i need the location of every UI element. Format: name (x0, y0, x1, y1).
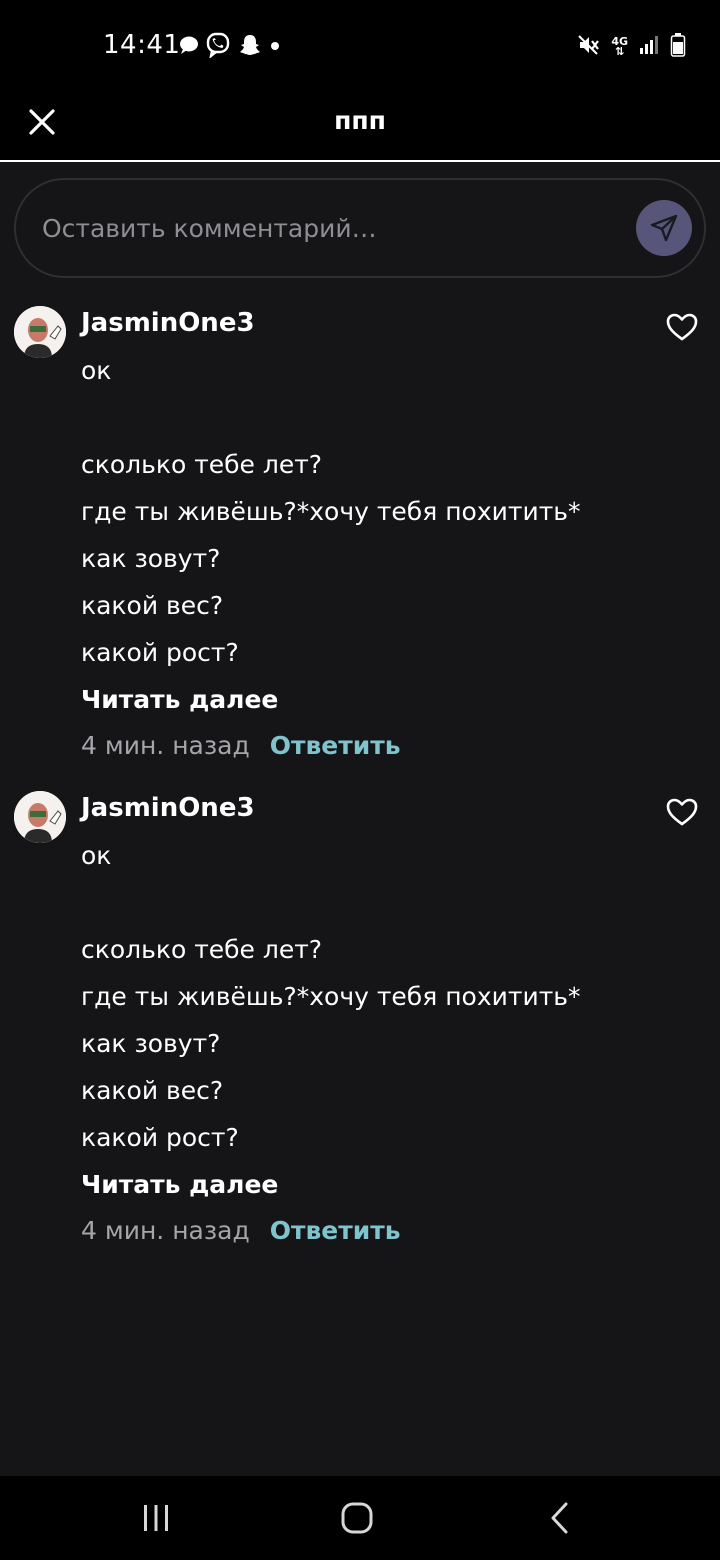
battery-icon (670, 32, 686, 62)
back-button[interactable] (530, 1496, 590, 1540)
4g-icon: 4G ⇅ (611, 35, 628, 58)
header-bar: ппп (0, 92, 720, 162)
comment-body: ок сколько тебе лет? где ты живёшь?*хочу… (81, 841, 581, 1256)
like-button[interactable] (666, 312, 700, 344)
comment-meta: 4 мин. назад Ответить (81, 1216, 581, 1256)
signal-icon (638, 34, 660, 60)
message-icon (178, 34, 200, 60)
comment-timestamp: 4 мин. назад (81, 1216, 250, 1245)
read-more-link[interactable]: Читать далее (81, 1170, 581, 1216)
comment-text-line: сколько тебе лет? (81, 935, 323, 964)
home-icon (341, 1502, 373, 1534)
recents-icon (144, 1505, 168, 1531)
comment-input[interactable] (42, 206, 602, 250)
comment-text-line: ок (81, 841, 112, 870)
comment-text-line: где ты живёшь?*хочу тебя похитить* (81, 982, 581, 1011)
send-icon (650, 214, 678, 242)
home-button[interactable] (327, 1496, 387, 1540)
system-nav-bar (0, 1476, 720, 1560)
avatar[interactable] (14, 306, 66, 358)
reply-button[interactable]: Ответить (270, 1216, 401, 1245)
comment-text-line: где ты живёшь?*хочу тебя похитить* (81, 497, 581, 526)
viber-icon (206, 32, 232, 62)
mute-icon (577, 33, 601, 61)
comment-username[interactable]: JasminOne3 (81, 793, 255, 823)
heart-icon (666, 798, 698, 826)
comment-text-line: какой рост? (81, 1123, 239, 1152)
status-time: 14:41 (103, 30, 181, 60)
network-type-label: 4G (611, 35, 628, 48)
comment-body: ок сколько тебе лет? где ты живёшь?*хочу… (81, 356, 581, 771)
avatar[interactable] (14, 791, 66, 843)
status-system-icons: 4G ⇅ (577, 32, 686, 62)
comment-text-line: какой вес? (81, 591, 224, 620)
heart-icon (666, 313, 698, 341)
page-title: ппп (334, 106, 386, 135)
comment-composer (14, 178, 706, 278)
snapchat-icon (238, 33, 262, 61)
recents-button[interactable] (126, 1496, 186, 1540)
status-notification-icons (178, 32, 282, 62)
comment-text-line: какой рост? (81, 638, 239, 667)
read-more-link[interactable]: Читать далее (81, 685, 581, 731)
comment-text-line: как зовут? (81, 1029, 221, 1058)
send-button[interactable] (636, 200, 692, 256)
comment-username[interactable]: JasminOne3 (81, 308, 255, 338)
comment-text-line: ок (81, 356, 112, 385)
comment-text-line (81, 403, 581, 450)
dot-icon (268, 38, 282, 57)
comment-text-line: какой вес? (81, 1076, 224, 1105)
comment-text-line: как зовут? (81, 544, 221, 573)
back-icon (551, 1502, 568, 1534)
status-bar: 14:41 4G ⇅ (0, 0, 720, 92)
reply-button[interactable]: Ответить (270, 731, 401, 760)
comment-timestamp: 4 мин. назад (81, 731, 250, 760)
comment-text-line: сколько тебе лет? (81, 450, 323, 479)
like-button[interactable] (666, 797, 700, 829)
comment-text-line (81, 888, 581, 935)
comment-meta: 4 мин. назад Ответить (81, 731, 581, 771)
